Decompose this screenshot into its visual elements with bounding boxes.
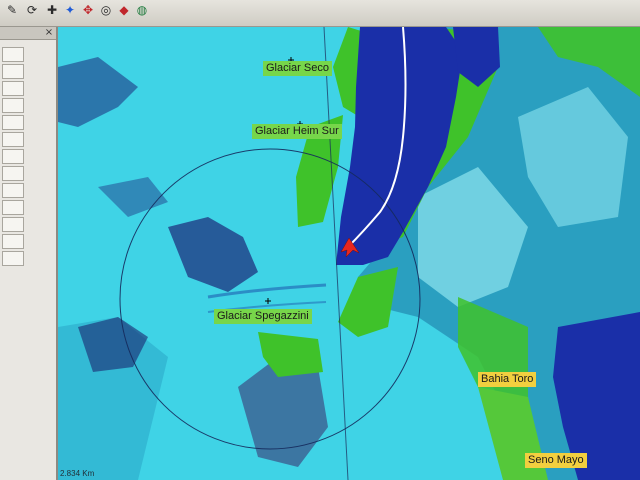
move-icon[interactable]: ✥ bbox=[80, 2, 96, 18]
palette-icon[interactable]: ✦ bbox=[62, 2, 78, 18]
map-viewport[interactable]: Glaciar Seco Glaciar Heim Sur Glaciar Sp… bbox=[58, 27, 640, 480]
edit-icon[interactable]: ✎ bbox=[4, 2, 20, 18]
label-glaciar-seco: Glaciar Seco bbox=[263, 61, 332, 76]
panel-row[interactable] bbox=[2, 47, 24, 62]
layer-panel: × bbox=[0, 27, 58, 480]
globe-icon[interactable]: ◍ bbox=[134, 2, 150, 18]
layers-icon[interactable]: ◆ bbox=[116, 2, 132, 18]
toolbar: ✎ ⟳ ✚ ✦ ✥ ◎ ◆ ◍ bbox=[0, 0, 640, 27]
panel-row[interactable] bbox=[2, 166, 24, 181]
scale-indicator: 2.834 Km bbox=[60, 469, 95, 478]
panel-row[interactable] bbox=[2, 98, 24, 113]
panel-row[interactable] bbox=[2, 200, 24, 215]
panel-row[interactable] bbox=[2, 183, 24, 198]
label-seno-mayo: Seno Mayo bbox=[525, 453, 587, 468]
add-icon[interactable]: ✚ bbox=[44, 2, 60, 18]
refresh-icon[interactable]: ⟳ bbox=[24, 2, 40, 18]
map-application-window: ✎ ⟳ ✚ ✦ ✥ ◎ ◆ ◍ × Glaciar Seco Glaciar H… bbox=[0, 0, 640, 480]
terrain-map bbox=[58, 27, 640, 480]
close-icon[interactable]: × bbox=[44, 27, 54, 39]
panel-row[interactable] bbox=[2, 217, 24, 232]
label-bahia-toro: Bahia Toro bbox=[478, 372, 537, 387]
panel-row[interactable] bbox=[2, 81, 24, 96]
panel-row[interactable] bbox=[2, 132, 24, 147]
panel-row[interactable] bbox=[2, 234, 24, 249]
panel-row[interactable] bbox=[2, 64, 24, 79]
target-icon[interactable]: ◎ bbox=[98, 2, 114, 18]
panel-row[interactable] bbox=[2, 149, 24, 164]
label-glaciar-spegazzini: Glaciar Spegazzini bbox=[214, 309, 312, 324]
label-glaciar-heim-sur: Glaciar Heim Sur bbox=[252, 124, 342, 139]
panel-row[interactable] bbox=[2, 251, 24, 266]
panel-row[interactable] bbox=[2, 115, 24, 130]
